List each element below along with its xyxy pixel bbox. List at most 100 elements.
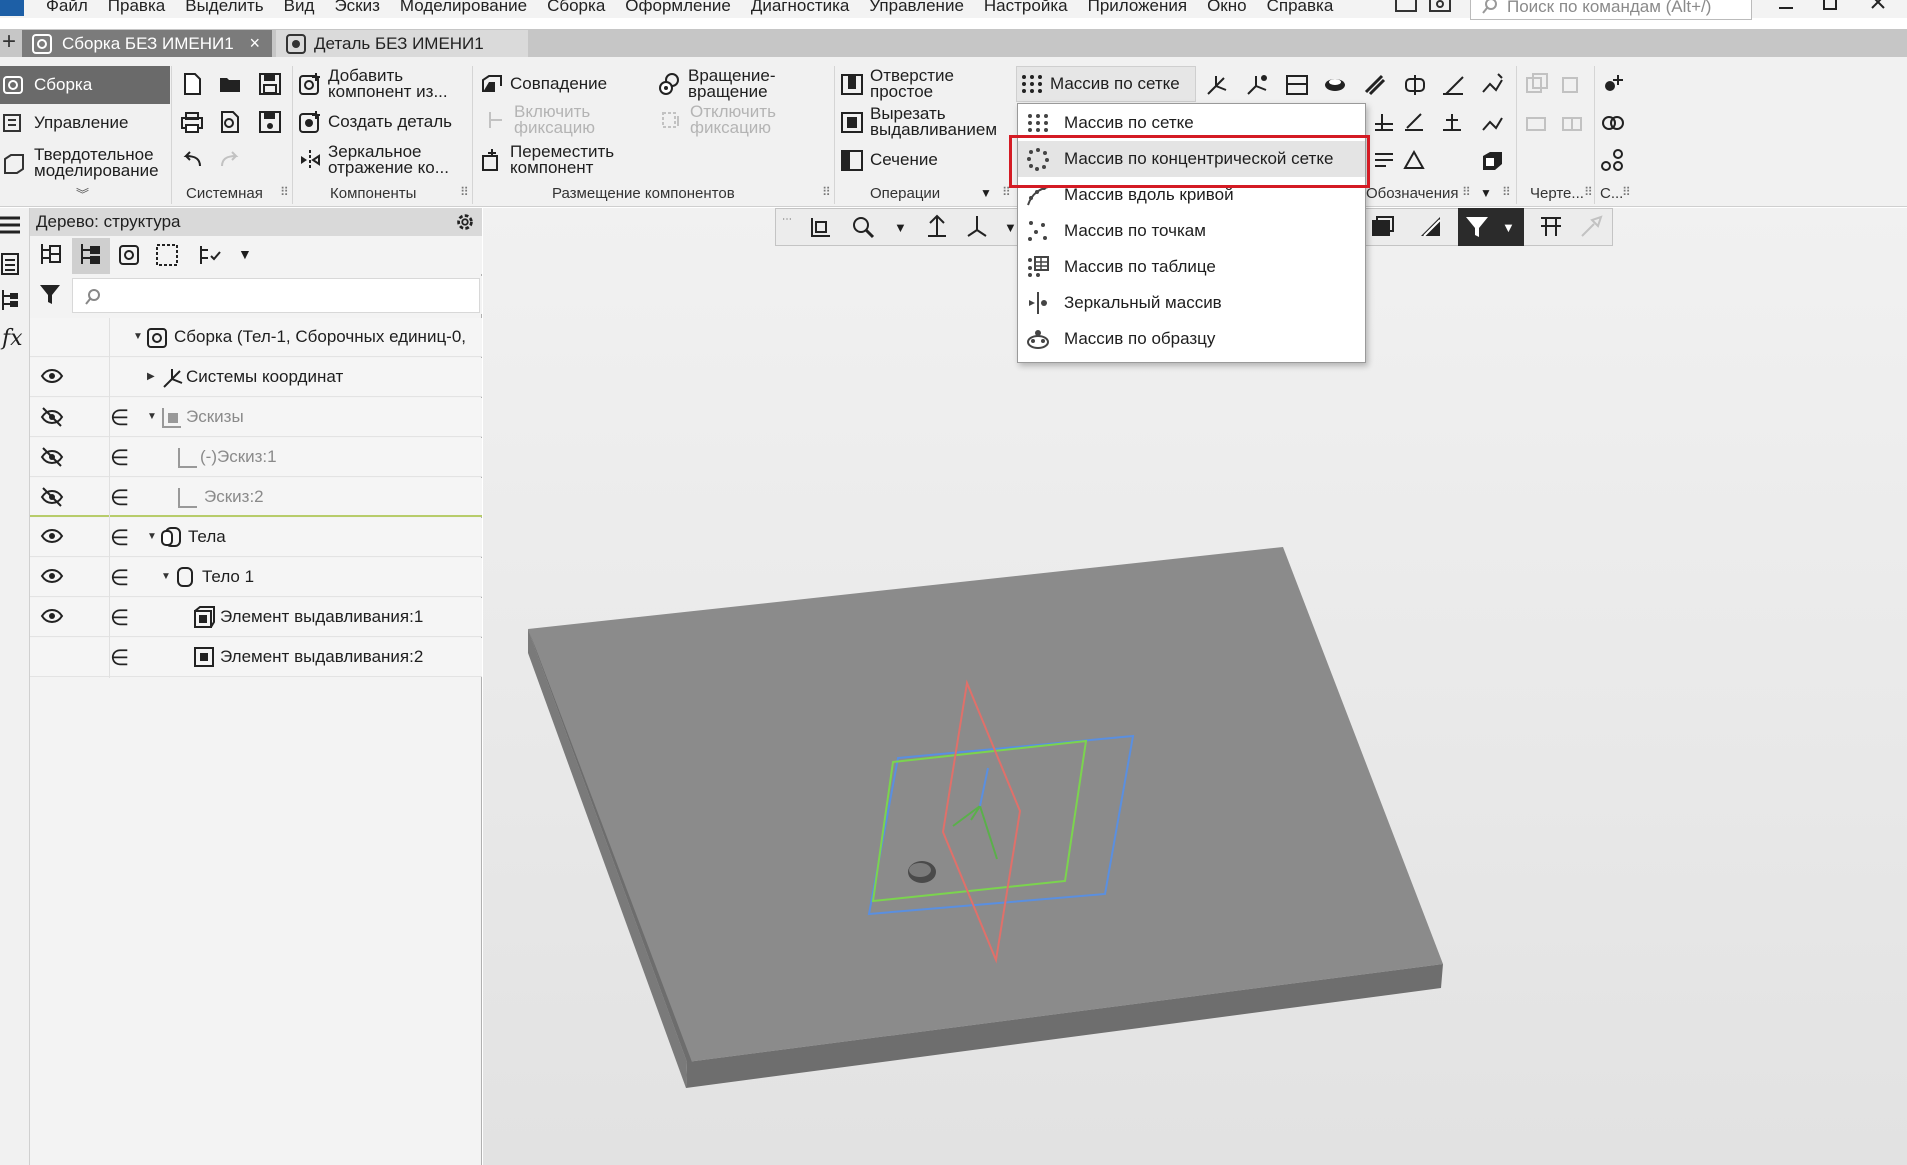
bolt-icon[interactable] — [1402, 72, 1428, 98]
print-icon[interactable] — [180, 110, 204, 134]
orientation-icon[interactable] — [808, 214, 834, 240]
properties-icon[interactable] — [0, 252, 22, 276]
collapse-arrow-icon[interactable]: ▼ — [147, 411, 157, 422]
menu-view[interactable]: Вид — [274, 0, 325, 17]
leader-alt-icon[interactable] — [1480, 110, 1506, 136]
array-menu-item-sample[interactable]: Массив по образцу — [1018, 321, 1365, 357]
tree-components-icon[interactable] — [116, 242, 142, 268]
pan-icon[interactable] — [924, 214, 950, 240]
new-doc-icon[interactable] — [180, 72, 204, 96]
coincidence-button[interactable]: Совпадение — [480, 72, 607, 96]
collapse-arrow-icon[interactable]: ▼ — [161, 571, 171, 582]
designation-1-icon[interactable] — [1372, 110, 1396, 134]
expand-arrow-icon[interactable]: ▶ — [147, 371, 155, 382]
menu-edit[interactable]: Правка — [98, 0, 175, 17]
display-style-icon[interactable] — [1370, 214, 1396, 240]
filter-funnel-icon[interactable] — [38, 282, 62, 306]
designation-4-icon[interactable] — [1372, 148, 1396, 172]
tree-dropdown-arrow-icon[interactable]: ▼ — [238, 246, 252, 262]
create-part-button[interactable]: Создать деталь — [298, 110, 452, 134]
menu-assembly[interactable]: Сборка — [537, 0, 615, 17]
tab-close-icon[interactable]: × — [249, 33, 260, 54]
tab-part[interactable]: Деталь БЕЗ ИМЕНИ1 — [276, 30, 528, 57]
menu-settings[interactable]: Настройка — [974, 0, 1078, 17]
menu-sketch[interactable]: Эскиз — [324, 0, 389, 17]
open-folder-icon[interactable] — [218, 72, 244, 96]
view-cube-icon[interactable] — [1480, 148, 1506, 174]
local-cs-icon[interactable] — [1244, 72, 1270, 98]
tree-view-icon[interactable] — [0, 288, 22, 312]
hamburger-menu-icon[interactable] — [0, 214, 22, 236]
command-search-input[interactable]: Поиск по командам (Alt+/) — [1470, 0, 1752, 20]
coordinate-system-icon[interactable] — [1204, 72, 1230, 98]
member-symbol-icon: ∈ — [110, 645, 130, 670]
constraint-link-icon[interactable] — [1600, 148, 1626, 174]
surface-icon[interactable] — [1322, 72, 1348, 98]
add-component-button[interactable]: Добавить компонент из... — [298, 67, 448, 100]
leader-icon[interactable] — [1480, 72, 1506, 98]
menu-select[interactable]: Выделить — [175, 0, 273, 17]
section-button[interactable]: Сечение — [840, 148, 938, 172]
maximize-icon[interactable] — [1808, 0, 1852, 16]
save-all-icon[interactable] — [258, 110, 282, 134]
zoom-icon[interactable] — [850, 214, 876, 240]
rotate-view-icon[interactable] — [964, 214, 990, 240]
tree-search-input[interactable] — [72, 278, 480, 313]
menu-apps[interactable]: Приложения — [1078, 0, 1197, 17]
menu-file[interactable]: Файл — [36, 0, 98, 17]
collapse-arrow-icon[interactable]: ▼ — [133, 331, 143, 342]
settings-gear-icon[interactable] — [1428, 0, 1452, 14]
add-constraint-icon[interactable] — [1600, 72, 1626, 98]
designation-3-icon[interactable] — [1440, 110, 1464, 134]
menu-diagnostics[interactable]: Диагностика — [741, 0, 860, 17]
rotation-button[interactable]: Вращение-вращение — [658, 67, 776, 100]
designations-dropdown-arrow-icon[interactable]: ▼ — [1480, 186, 1492, 200]
move-component-button[interactable]: Переместить компонент — [480, 143, 614, 176]
tree-structure-icon[interactable] — [38, 242, 64, 268]
constraint-ab-icon[interactable] — [1600, 110, 1626, 136]
tree-filter-list-icon[interactable] — [198, 242, 224, 268]
operations-dropdown-arrow-icon[interactable]: ▼ — [980, 186, 992, 200]
section-view-icon[interactable] — [1418, 214, 1444, 240]
zoom-dropdown-arrow-icon[interactable]: ▼ — [894, 220, 907, 235]
array-menu-item-mirror[interactable]: Зеркальный массив — [1018, 285, 1365, 321]
tree-select-icon[interactable] — [154, 242, 180, 268]
menu-design[interactable]: Оформление — [615, 0, 741, 17]
menu-window[interactable]: Окно — [1197, 0, 1257, 17]
tab-part-label: Деталь БЕЗ ИМЕНИ1 — [314, 33, 484, 53]
layout-icon[interactable] — [1394, 0, 1418, 14]
left-strip — [0, 208, 30, 1165]
mode-assembly[interactable]: Сборка — [0, 66, 170, 104]
tree-settings-gear-icon[interactable] — [454, 211, 476, 233]
mirror-component-button[interactable]: Зеркальное отражение ко... — [298, 143, 449, 176]
mode-solid-modeling[interactable]: Твердотельное моделирование — [0, 142, 170, 184]
save-icon[interactable] — [258, 72, 282, 96]
preview-icon[interactable] — [218, 110, 242, 134]
spring-icon[interactable] — [1362, 72, 1388, 98]
designation-2-icon[interactable] — [1402, 110, 1426, 134]
array-menu-item-table[interactable]: Массив по таблице — [1018, 249, 1365, 285]
variables-fx-icon[interactable]: fx — [2, 326, 23, 351]
expand-chevron-icon[interactable]: ︾ — [76, 184, 89, 203]
array-menu-item-points[interactable]: Массив по точкам — [1018, 213, 1365, 249]
measure-icon[interactable] — [1538, 214, 1564, 240]
minimize-icon[interactable] — [1764, 0, 1808, 16]
designation-5-icon[interactable] — [1402, 148, 1426, 172]
menu-management[interactable]: Управление — [859, 0, 974, 17]
simple-hole-button[interactable]: Отверстие простое — [840, 67, 954, 100]
extrude-cut-button[interactable]: Вырезать выдавливанием — [840, 105, 997, 138]
plane-icon[interactable] — [1284, 72, 1310, 98]
mode-management[interactable]: Управление — [0, 104, 170, 142]
selection-filter-icon[interactable] — [1464, 214, 1490, 240]
filter-dropdown-arrow-icon[interactable]: ▼ — [1502, 220, 1515, 235]
menu-help[interactable]: Справка — [1257, 0, 1344, 17]
collapse-arrow-icon[interactable]: ▼ — [147, 531, 157, 542]
menu-modeling[interactable]: Моделирование — [390, 0, 537, 17]
weld-icon[interactable] — [1440, 72, 1466, 98]
array-grid-button[interactable]: Массив по сетке — [1020, 72, 1180, 96]
tab-assembly[interactable]: Сборка БЕЗ ИМЕНИ1 × — [22, 30, 272, 57]
rotate-dropdown-arrow-icon[interactable]: ▼ — [1004, 220, 1017, 235]
new-tab-button[interactable]: + — [0, 29, 18, 57]
undo-icon[interactable] — [180, 148, 204, 172]
close-window-icon[interactable] — [1856, 0, 1900, 16]
